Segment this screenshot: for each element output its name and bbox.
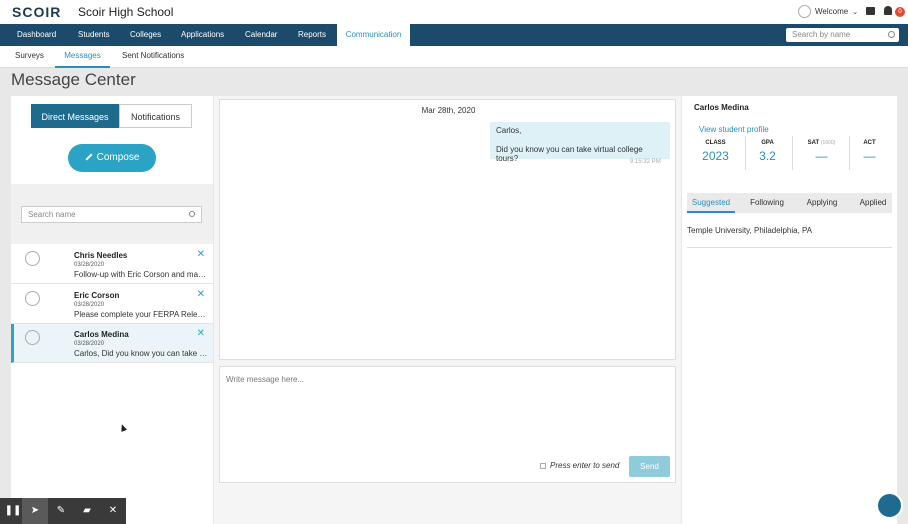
- nav-applications[interactable]: Applications: [181, 24, 224, 46]
- conversation-date: 03/28/2020: [74, 341, 105, 347]
- conversation-date: 03/28/2020: [74, 302, 105, 308]
- student-name: Carlos Medina: [694, 103, 749, 112]
- chat-icon[interactable]: [866, 7, 875, 15]
- search-icon: [888, 31, 895, 38]
- global-search-input[interactable]: Search by name: [786, 28, 899, 42]
- message-time: 9:15:32 PM: [630, 159, 661, 165]
- divider: [687, 247, 892, 248]
- close-icon[interactable]: ✕: [197, 289, 205, 300]
- tab-applied[interactable]: Applied: [855, 193, 891, 213]
- stat-value: 2023: [702, 149, 729, 163]
- stat-label: GPA: [761, 140, 774, 146]
- college-tabs: Suggested Following Applying Applied: [687, 193, 892, 213]
- message-bubble: Carlos, Did you know you can take virtua…: [490, 122, 670, 163]
- stat-act: ACT —: [842, 140, 897, 163]
- school-name: Scoir High School: [78, 5, 174, 19]
- conversation-search-input[interactable]: Search name: [21, 206, 202, 223]
- search-icon: [189, 211, 195, 217]
- user-avatar-icon: [798, 5, 811, 18]
- close-icon[interactable]: ✕: [197, 328, 205, 339]
- avatar-icon: [25, 251, 40, 266]
- avatar-icon: [25, 291, 40, 306]
- nav-calendar[interactable]: Calendar: [245, 24, 277, 46]
- help-chat-icon[interactable]: [876, 492, 903, 519]
- student-panel: Carlos Medina View student profile CLASS…: [682, 96, 897, 524]
- page-title: Message Center: [11, 70, 136, 89]
- tab-following[interactable]: Following: [745, 193, 789, 213]
- close-icon[interactable]: ✕: [197, 249, 205, 260]
- stat-label: SAT (1600): [794, 140, 849, 146]
- welcome-menu[interactable]: Welcome ⌄: [798, 5, 858, 18]
- conversation-preview: Carlos, Did you know you can take virtua…: [74, 349, 208, 358]
- compose-label: Compose: [96, 152, 140, 163]
- college-list-item[interactable]: Temple University, Philadelphia, PA: [687, 226, 812, 235]
- stat-gpa: GPA 3.2: [740, 140, 795, 163]
- conversation-preview: Please complete your FERPA Release form.: [74, 310, 208, 319]
- subnav-messages[interactable]: Messages: [55, 46, 110, 68]
- pencil-icon: [85, 153, 93, 161]
- close-icon[interactable]: ✕: [100, 498, 126, 524]
- global-search-placeholder: Search by name: [792, 30, 851, 39]
- message-composer[interactable]: Write message here... Press enter to sen…: [219, 366, 676, 483]
- stat-sat: SAT (1600) —: [794, 140, 849, 163]
- tab-suggested[interactable]: Suggested: [687, 193, 735, 213]
- bell-icon[interactable]: [884, 6, 892, 15]
- conversation-search-placeholder: Search name: [28, 210, 76, 219]
- welcome-label: Welcome: [815, 7, 849, 16]
- nav-dashboard[interactable]: Dashboard: [17, 24, 56, 46]
- pointer-icon[interactable]: ➤: [22, 498, 48, 524]
- stat-label: ACT: [863, 140, 876, 146]
- subnav-surveys[interactable]: Surveys: [15, 46, 44, 68]
- thread-date: Mar 28th, 2020: [421, 106, 476, 115]
- conversation-date: 03/28/2020: [74, 262, 105, 268]
- tab-notifications[interactable]: Notifications: [119, 104, 192, 128]
- message-line: Carlos,: [496, 126, 522, 135]
- stat-divider: [792, 136, 793, 170]
- nav-colleges[interactable]: Colleges: [130, 24, 161, 46]
- press-enter-checkbox[interactable]: [540, 463, 546, 469]
- conversation-item[interactable]: Eric Corson 03/28/2020 Please complete y…: [11, 285, 213, 324]
- conversation-name: Eric Corson: [74, 291, 120, 300]
- chat-panel: Mar 28th, 2020 Carlos, Did you know you …: [214, 96, 681, 524]
- stat-class: CLASS 2023: [688, 140, 743, 163]
- main-nav: Dashboard Students Colleges Applications…: [0, 24, 908, 46]
- message-input[interactable]: Write message here...: [226, 375, 304, 384]
- subnav-sent-notifications[interactable]: Sent Notifications: [122, 46, 184, 68]
- top-bar: SCOIR Scoir High School Welcome ⌄ 0: [0, 0, 908, 24]
- avatar-icon: [25, 330, 40, 345]
- pen-icon[interactable]: ✎: [48, 498, 74, 524]
- conversation-panel: Direct Messages Notifications Compose Se…: [11, 96, 213, 524]
- stat-value: —: [815, 149, 828, 163]
- conversation-name: Carlos Medina: [74, 330, 129, 339]
- scoir-logo[interactable]: SCOIR: [12, 4, 61, 20]
- compose-button[interactable]: Compose: [68, 144, 156, 172]
- stat-label-sub: (1600): [820, 140, 836, 146]
- stat-value: 3.2: [759, 149, 776, 163]
- stat-label-text: SAT: [807, 140, 820, 146]
- stat-label: CLASS: [705, 140, 726, 146]
- tab-direct-messages[interactable]: Direct Messages: [31, 104, 119, 128]
- nav-communication[interactable]: Communication: [337, 24, 410, 46]
- sub-nav: Surveys Messages Sent Notifications: [0, 46, 908, 68]
- recording-toolbar: ❚❚ ➤ ✎ ▰ ✕: [0, 498, 126, 524]
- stat-value: —: [863, 149, 876, 163]
- chevron-down-icon: ⌄: [852, 8, 859, 16]
- nav-students[interactable]: Students: [78, 24, 110, 46]
- send-button[interactable]: Send: [629, 456, 670, 477]
- conversation-preview: Follow-up with Eric Corson and make sure…: [74, 270, 208, 279]
- conversation-item[interactable]: Chris Needles 03/28/2020 Follow-up with …: [11, 245, 213, 284]
- conversation-name: Chris Needles: [74, 251, 128, 260]
- press-enter-label: Press enter to send: [550, 461, 620, 470]
- notification-badge: 0: [895, 7, 905, 17]
- eraser-icon[interactable]: ▰: [74, 498, 100, 524]
- message-thread[interactable]: Mar 28th, 2020 Carlos, Did you know you …: [219, 99, 676, 360]
- conversation-item-active[interactable]: Carlos Medina 03/28/2020 Carlos, Did you…: [11, 324, 213, 363]
- nav-reports[interactable]: Reports: [298, 24, 326, 46]
- view-student-profile-link[interactable]: View student profile: [699, 125, 769, 134]
- conversation-search-area: Search name: [11, 184, 213, 244]
- tab-applying[interactable]: Applying: [801, 193, 843, 213]
